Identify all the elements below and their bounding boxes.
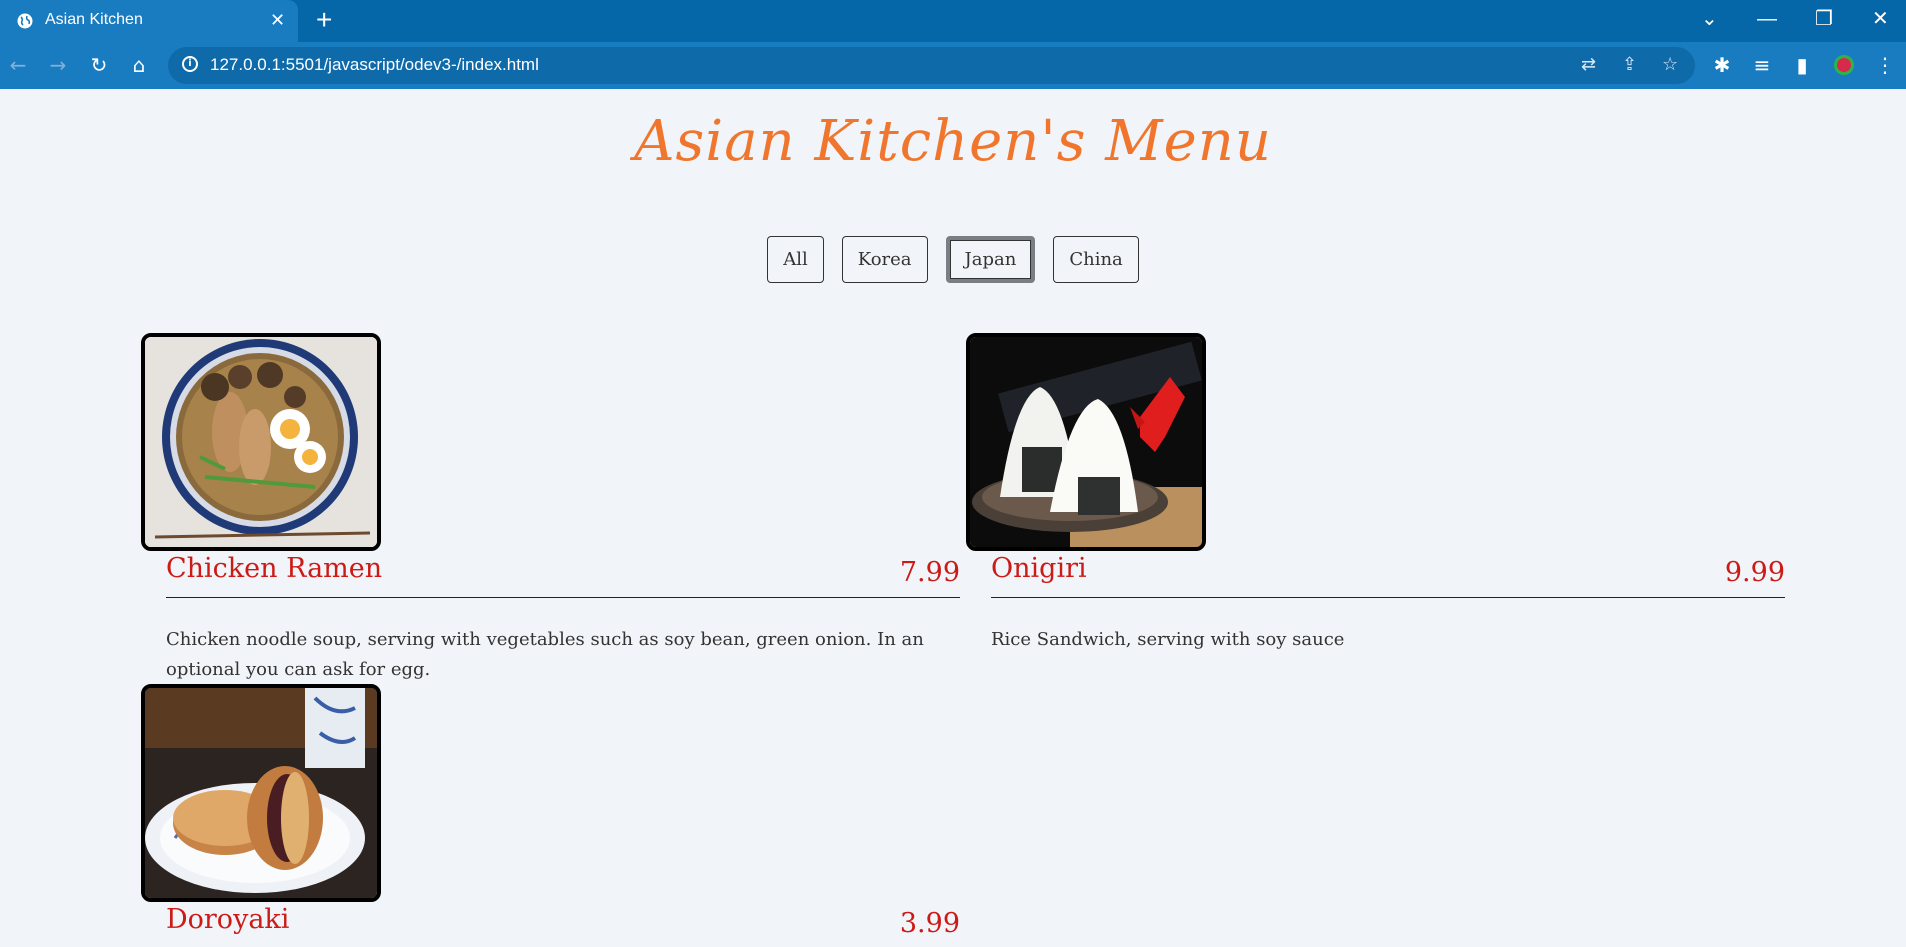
item-name: Chicken Ramen [166, 553, 383, 584]
new-tab-button[interactable]: + [316, 6, 332, 34]
item-description: Rice Sandwich, serving with soy sauce [991, 629, 1345, 650]
back-icon[interactable]: ← [3, 50, 33, 80]
item-price: 3.99 [899, 908, 960, 939]
address-bar[interactable]: i 127.0.0.1:5501/javascript/odev3-/index… [168, 47, 1695, 84]
side-panel-icon[interactable]: ▮ [1787, 50, 1817, 80]
page-title: Asian Kitchen's Menu [634, 109, 1272, 174]
page-content: Asian Kitchen's Menu All Korea Japan Chi… [0, 89, 1906, 947]
globe-icon [17, 13, 33, 29]
reload-icon[interactable]: ↻ [84, 50, 114, 80]
item-name: Doroyaki [166, 904, 290, 935]
site-info-icon[interactable]: i [182, 56, 198, 72]
menu-item-card: Chicken Ramen 7.99 Chicken noodle soup, … [141, 333, 966, 680]
food-image-doroyaki [141, 684, 381, 902]
browser-tab[interactable]: Asian Kitchen ✕ [0, 0, 298, 42]
forward-icon[interactable]: → [43, 50, 73, 80]
url-text[interactable]: 127.0.0.1:5501/javascript/odev3-/index.h… [210, 55, 539, 75]
restore-icon[interactable]: ❐ [1815, 6, 1833, 32]
food-image-ramen [141, 333, 381, 551]
tab-title: Asian Kitchen [45, 11, 143, 28]
bookmark-star-icon[interactable]: ☆ [1662, 52, 1678, 78]
browser-tab-strip: Asian Kitchen ✕ + ⌄ — ❐ ✕ [0, 0, 1906, 42]
item-price: 9.99 [1724, 557, 1785, 588]
food-image-onigiri [966, 333, 1206, 551]
item-name: Onigiri [991, 553, 1087, 584]
filter-buttons: All Korea Japan China [0, 236, 1906, 283]
home-icon[interactable]: ⌂ [124, 50, 154, 80]
close-tab-icon[interactable]: ✕ [270, 11, 285, 29]
filter-all-button[interactable]: All [767, 236, 824, 283]
item-price: 7.99 [899, 557, 960, 588]
filter-china-button[interactable]: China [1053, 236, 1139, 283]
close-window-icon[interactable]: ✕ [1872, 6, 1889, 32]
menu-item-card: Doroyaki 3.99 [141, 684, 966, 947]
menu-dots-icon[interactable]: ⋮ [1870, 50, 1900, 80]
filter-japan-button[interactable]: Japan [945, 236, 1036, 283]
item-description: Chicken noodle soup, serving with vegeta… [166, 629, 924, 680]
translate-icon[interactable]: ⇄ [1581, 52, 1596, 78]
item-divider [166, 597, 960, 598]
menu-item-card: Onigiri 9.99 Rice Sandwich, serving with… [966, 333, 1791, 673]
item-divider [991, 597, 1785, 598]
tab-search-icon[interactable]: ⌄ [1701, 6, 1718, 32]
profile-avatar[interactable] [1834, 55, 1854, 75]
share-icon[interactable]: ⇪ [1622, 52, 1637, 78]
browser-toolbar: ← → ↻ ⌂ i 127.0.0.1:5501/javascript/odev… [0, 42, 1906, 89]
extensions-icon[interactable]: ✱ [1707, 50, 1737, 80]
filter-korea-button[interactable]: Korea [841, 236, 928, 283]
minimize-icon[interactable]: — [1757, 6, 1777, 32]
reading-list-icon[interactable]: ≡ [1747, 50, 1777, 80]
